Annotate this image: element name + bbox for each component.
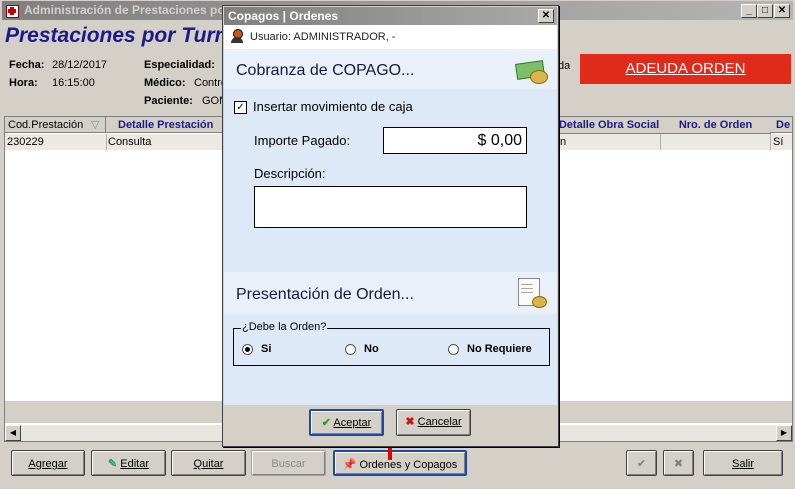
especialidad-label: Especialidad: [144, 59, 215, 71]
col-detalle-obra-social[interactable]: Detalle Obra Social [557, 117, 662, 134]
x-icon: ✖ [673, 458, 684, 470]
hora-label: Hora: [9, 77, 38, 89]
hora-value: 16:15:00 [52, 77, 95, 89]
importe-label: Importe Pagado: [254, 133, 351, 148]
right-text-fragment: da [558, 60, 571, 72]
adeuda-orden-link[interactable]: ADEUDA ORDEN [580, 54, 791, 84]
edit-icon: ✎ [107, 458, 118, 470]
scroll-right-icon[interactable]: ▶ [776, 425, 792, 441]
aceptar-button[interactable]: ✔ Aceptar [309, 409, 384, 436]
presentacion-header: Presentación de Orden... [224, 272, 557, 314]
main-title: Administración de Prestaciones por [24, 3, 230, 17]
radio-no-label: No [364, 343, 379, 355]
money-icon [515, 58, 548, 84]
fecha-value: 28/12/2017 [52, 59, 108, 71]
cobranza-section: Cobranza de COPAGO... ✓ Insertar movimie… [224, 49, 557, 277]
app-icon [6, 5, 19, 18]
dialog-title-bar: Copagos | Ordenes ✕ [224, 7, 557, 25]
cell-cod: 230229 [7, 136, 44, 148]
buscar-button[interactable]: Buscar [251, 450, 326, 476]
scroll-left-icon[interactable]: ◀ [5, 425, 21, 441]
dialog-title: Copagos | Ordenes [228, 9, 339, 23]
document-coins-icon [518, 278, 547, 308]
copagos-dialog: Copagos | Ordenes ✕ Usuario: ADMINISTRAD… [222, 5, 559, 447]
cell-detalle-os: n [560, 136, 567, 148]
sort-icon: ▽ [91, 119, 100, 131]
confirm-check-button[interactable]: ✔ [626, 450, 657, 476]
presentacion-title: Presentación de Orden... [236, 286, 414, 303]
cell-detalle: Consulta [108, 136, 152, 148]
page-heading: Prestaciones por Turn [5, 24, 228, 47]
insertar-checkbox[interactable]: ✓ [234, 101, 247, 114]
col-cod-prestacion[interactable]: Cod.Prestación ▽ [5, 117, 106, 133]
maximize-button[interactable]: □ [757, 4, 773, 18]
radio-si-label: Si [261, 343, 272, 355]
user-icon [231, 29, 243, 43]
paciente-label: Paciente: [144, 95, 193, 107]
close-button[interactable]: ✕ [774, 4, 790, 18]
salir-button[interactable]: Salir [703, 450, 783, 476]
pin-icon: 📌 [342, 459, 357, 471]
cobranza-header: Cobranza de COPAGO... [224, 49, 557, 89]
cobranza-title: Cobranza de COPAGO... [236, 62, 415, 79]
dialog-close-button[interactable]: ✕ [538, 9, 554, 23]
agregar-button[interactable]: Agregar [11, 450, 85, 476]
radio-si[interactable] [242, 344, 253, 355]
cancel-icon: ✖ [405, 416, 415, 428]
minimize-button[interactable]: _ [741, 4, 757, 18]
importe-field[interactable]: $ 0,00 [383, 127, 527, 154]
debe-orden-label: ¿Debe la Orden? [241, 321, 328, 333]
descripcion-label: Descripción: [254, 166, 326, 181]
insertar-label: Insertar movimiento de caja [253, 99, 413, 114]
col-de[interactable]: De [770, 117, 792, 133]
col-detalle-prestacion[interactable]: Detalle Prestación [106, 117, 226, 133]
user-label: Usuario: ADMINISTRADOR, - [250, 31, 396, 43]
user-bar: Usuario: ADMINISTRADOR, - [224, 25, 557, 49]
editar-button[interactable]: ✎ Editar [91, 450, 166, 476]
radio-no-requiere[interactable] [448, 344, 459, 355]
medico-label: Médico: [144, 77, 186, 89]
debe-orden-group: ¿Debe la Orden? Si No No Requiere [233, 321, 550, 366]
col-nro-orden[interactable]: Nro. de Orden [661, 117, 771, 134]
quitar-button[interactable]: Quitar [171, 450, 246, 476]
cell-de: Sí [773, 136, 784, 148]
check-icon: ✔ [321, 417, 331, 429]
ordenes-copagos-button[interactable]: 📌 Ordenes y Copagos [333, 450, 467, 476]
radio-no-requiere-label: No Requiere [467, 343, 532, 355]
fecha-label: Fecha: [9, 59, 45, 71]
check-icon: ✔ [636, 458, 647, 470]
radio-no[interactable] [345, 344, 356, 355]
descripcion-field[interactable] [254, 186, 527, 228]
cancelar-button[interactable]: ✖ Cancelar [396, 409, 471, 436]
cancel-x-button[interactable]: ✖ [663, 450, 694, 476]
presentacion-section: Presentación de Orden... ¿Debe la Orden?… [224, 272, 557, 405]
